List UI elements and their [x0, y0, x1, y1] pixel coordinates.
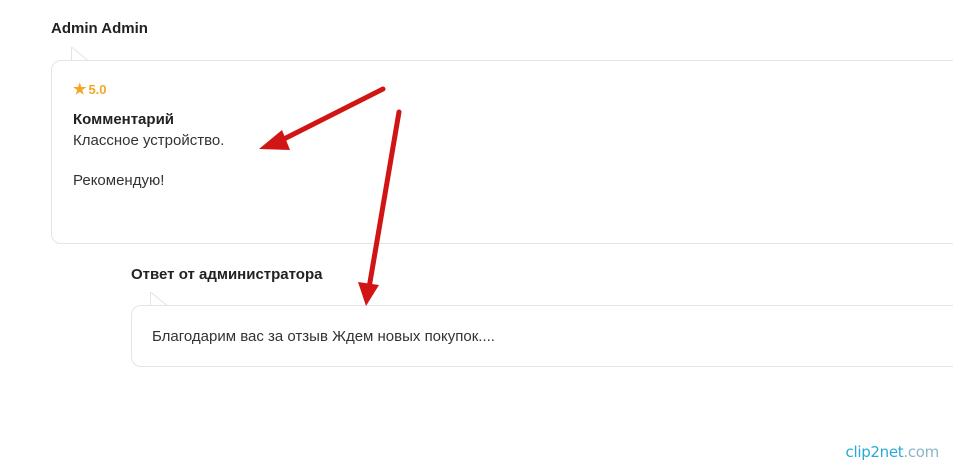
review-page: Admin Admin ★ 5.0 Комментарий Классное у… — [0, 0, 953, 467]
rating: ★ 5.0 — [73, 82, 107, 97]
watermark-suffix: .com — [903, 443, 939, 461]
reply-card: Благодарим вас за отзыв Ждем новых покуп… — [131, 305, 953, 367]
reply-author: Ответ от администратора — [131, 266, 323, 283]
watermark: clip2net.com — [845, 443, 940, 461]
comment-text-line: Рекомендую! — [73, 172, 165, 189]
comment-text-line: Классное устройство. — [73, 132, 225, 149]
review-author: Admin Admin — [51, 20, 148, 37]
reply-text: Благодарим вас за отзыв Ждем новых покуп… — [152, 328, 495, 345]
review-card-tail — [71, 47, 89, 61]
comment-title: Комментарий — [73, 111, 175, 128]
star-icon: ★ — [73, 81, 87, 98]
review-card: ★ 5.0 Комментарий Классное устройство. Р… — [51, 60, 953, 244]
reply-card-tail — [150, 292, 168, 306]
watermark-text: clip2net — [845, 443, 904, 461]
rating-value: 5.0 — [88, 82, 107, 97]
